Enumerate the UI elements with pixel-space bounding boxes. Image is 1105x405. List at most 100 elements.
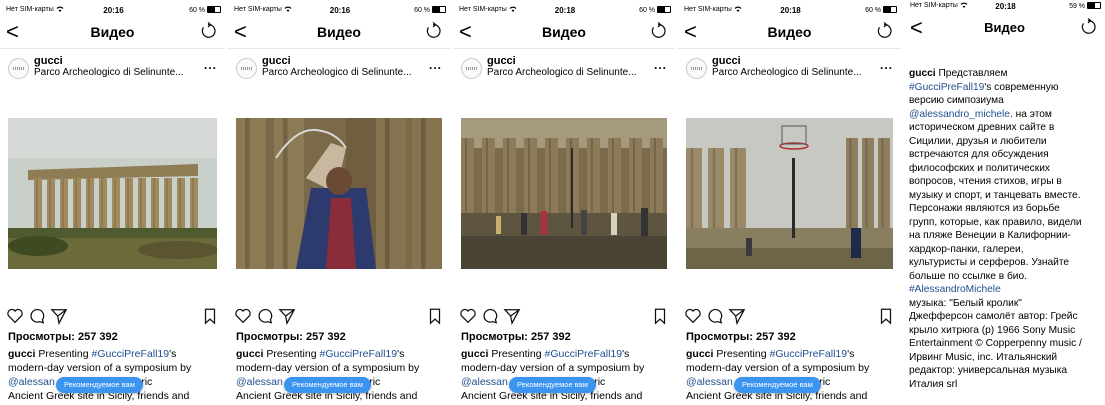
comment-icon[interactable] [706, 307, 724, 325]
comment-icon[interactable] [256, 307, 274, 325]
caption-text: Presenting [263, 348, 320, 360]
refresh-icon[interactable] [649, 22, 667, 40]
caption-text: 's [847, 348, 855, 360]
mention-link[interactable]: @alessan [686, 376, 733, 388]
refresh-icon[interactable] [199, 22, 217, 40]
caption-text: Ирвинг Music, inc. Итальянский [909, 351, 1058, 363]
hashtag-link[interactable]: #GucciPreFall19 [91, 348, 169, 360]
video-frame [686, 118, 893, 269]
share-icon[interactable] [50, 307, 68, 325]
heart-icon[interactable] [234, 307, 252, 325]
post-location[interactable]: Parco Archeologico di Selinunte... [262, 67, 428, 78]
post-caption: gucci Presenting #GucciPreFall19's moder… [686, 347, 897, 403]
share-icon[interactable] [728, 307, 746, 325]
heart-icon[interactable] [459, 307, 477, 325]
nav-bar: < Видео [904, 14, 1105, 42]
full-caption: gucci Представляем #GucciPreFall19's сов… [909, 67, 1099, 391]
phone-screen: Нет SIM-карты 20:18 60 % < Видео gucci P… [678, 0, 901, 405]
heart-icon[interactable] [684, 307, 702, 325]
post-header: gucci Parco Archeologico di Selinunte...… [0, 52, 225, 80]
suggested-for-you-pill[interactable]: Рекомендуемое вам [284, 377, 371, 393]
post-username[interactable]: gucci [34, 55, 63, 67]
video-frame [236, 118, 442, 269]
more-icon[interactable]: ... [204, 58, 217, 72]
post-username[interactable]: gucci [487, 55, 516, 67]
heart-icon[interactable] [6, 307, 24, 325]
post-location[interactable]: Parco Archeologico di Selinunte... [487, 67, 653, 78]
bookmark-icon[interactable] [426, 307, 444, 325]
caption-username[interactable]: gucci [909, 68, 936, 79]
status-bar: Нет SIM-карты 20:16 60 % [234, 6, 446, 18]
suggested-for-you-pill[interactable]: Рекомендуемое вам [56, 377, 143, 393]
avatar[interactable] [461, 58, 482, 79]
refresh-icon[interactable] [1079, 18, 1097, 36]
avatar[interactable] [686, 58, 707, 79]
mention-link[interactable]: @alessan [236, 376, 283, 388]
video-player[interactable] [236, 118, 442, 269]
hashtag-link[interactable]: #GucciPreFall19 [769, 348, 847, 360]
hashtag-link[interactable]: #GucciPreFall19 [909, 82, 984, 93]
hashtag-link[interactable]: #GucciPreFall19 [319, 348, 397, 360]
caption-text: modern-day version of a symposium by [8, 362, 192, 374]
video-frame [461, 118, 667, 269]
caption-username[interactable]: gucci [236, 348, 263, 360]
video-player[interactable] [8, 118, 217, 269]
avatar[interactable] [236, 58, 257, 79]
post-username[interactable]: gucci [262, 55, 291, 67]
bookmark-icon[interactable] [201, 307, 219, 325]
view-count: Просмотры: 257 392 [8, 331, 118, 343]
status-bar: Нет SIM-карты 20:18 60 % [684, 6, 897, 18]
suggested-for-you-pill[interactable]: Рекомендуемое вам [734, 377, 821, 393]
caption-text: modern-day version of a symposium by [461, 362, 645, 374]
comment-icon[interactable] [481, 307, 499, 325]
caption-username[interactable]: gucci [8, 348, 35, 360]
caption-text: редактор: универсальная музыка [909, 365, 1068, 376]
caption-text: Сицилии, друзья и любители [909, 135, 1047, 147]
phone-screen: Нет SIM-карты 20:16 60 % < Видео gucci P… [0, 0, 225, 405]
action-bar [0, 307, 225, 327]
suggested-for-you-pill[interactable]: Рекомендуемое вам [509, 377, 596, 393]
post-username[interactable]: gucci [712, 55, 741, 67]
more-icon[interactable]: ... [880, 58, 893, 72]
view-count: Просмотры: 257 392 [236, 331, 346, 343]
action-bar [678, 307, 901, 327]
view-count: Просмотры: 257 392 [686, 331, 796, 343]
share-icon[interactable] [278, 307, 296, 325]
video-player[interactable] [461, 118, 667, 269]
battery-icon [207, 6, 221, 13]
more-icon[interactable]: ... [654, 58, 667, 72]
mention-link[interactable]: @alessan [8, 376, 55, 388]
action-bar [453, 307, 675, 327]
bookmark-icon[interactable] [877, 307, 895, 325]
caption-username[interactable]: gucci [686, 348, 713, 360]
status-bar: Нет SIM-карты 20:16 60 % [6, 6, 221, 18]
caption-text: версию симпозиума [909, 95, 1004, 106]
caption-text: modern-day version of a symposium by [686, 362, 870, 374]
caption-text: 's [622, 348, 630, 360]
battery-icon [432, 6, 446, 13]
hashtag-link[interactable]: #AlessandroMichele [909, 283, 1099, 297]
mention-link[interactable]: @alessan [461, 376, 508, 388]
share-icon[interactable] [503, 307, 521, 325]
hashtag-link[interactable]: #GucciPreFall19 [544, 348, 622, 360]
comment-icon[interactable] [28, 307, 46, 325]
phone-screen-caption: Нет SIM-карты 20:18 59 % < Видео gucci П… [904, 0, 1105, 405]
more-icon[interactable]: ... [429, 58, 442, 72]
caption-text: Представляем [938, 68, 1008, 79]
caption-username[interactable]: gucci [461, 348, 488, 360]
battery-icon [657, 6, 671, 13]
post-location[interactable]: Parco Archeologico di Selinunte... [712, 67, 879, 78]
battery-icon [883, 6, 897, 13]
caption-text: modern-day version of a symposium by [236, 362, 420, 374]
post-header: gucci Parco Archeologico di Selinunte...… [453, 52, 675, 80]
mention-link[interactable]: @alessandro_michele [909, 109, 1010, 120]
refresh-icon[interactable] [875, 22, 893, 40]
refresh-icon[interactable] [424, 22, 442, 40]
caption-text: философских и политических [909, 162, 1050, 174]
post-location[interactable]: Parco Archeologico di Selinunte... [34, 67, 203, 78]
caption-text: встречаются для обсуждения [909, 149, 1049, 160]
bookmark-icon[interactable] [651, 307, 669, 325]
nav-bar: < Видео [678, 18, 901, 49]
video-player[interactable] [686, 118, 893, 269]
avatar[interactable] [8, 58, 29, 79]
